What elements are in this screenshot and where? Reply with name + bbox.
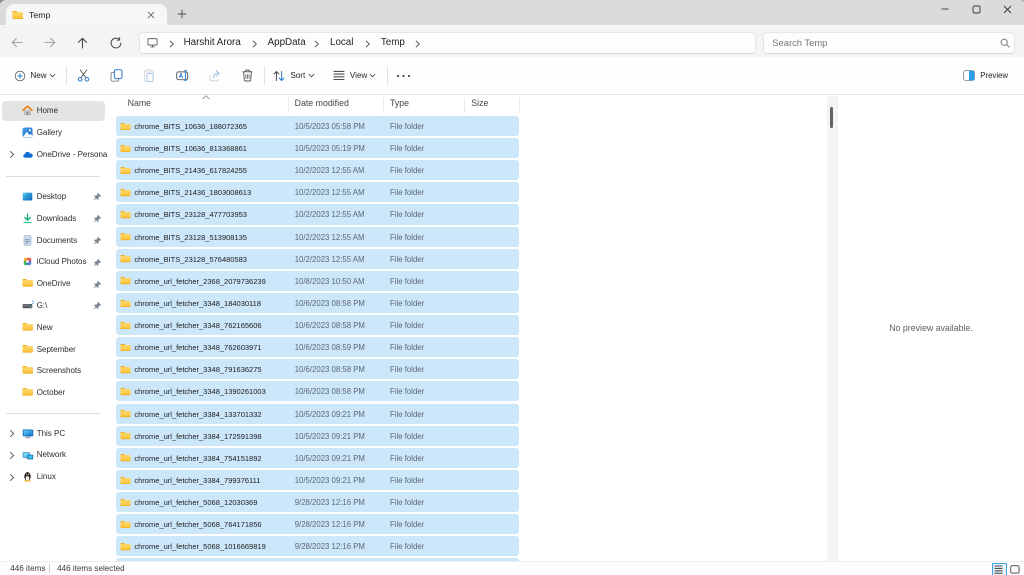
svg-text:2: 2 xyxy=(32,300,34,305)
